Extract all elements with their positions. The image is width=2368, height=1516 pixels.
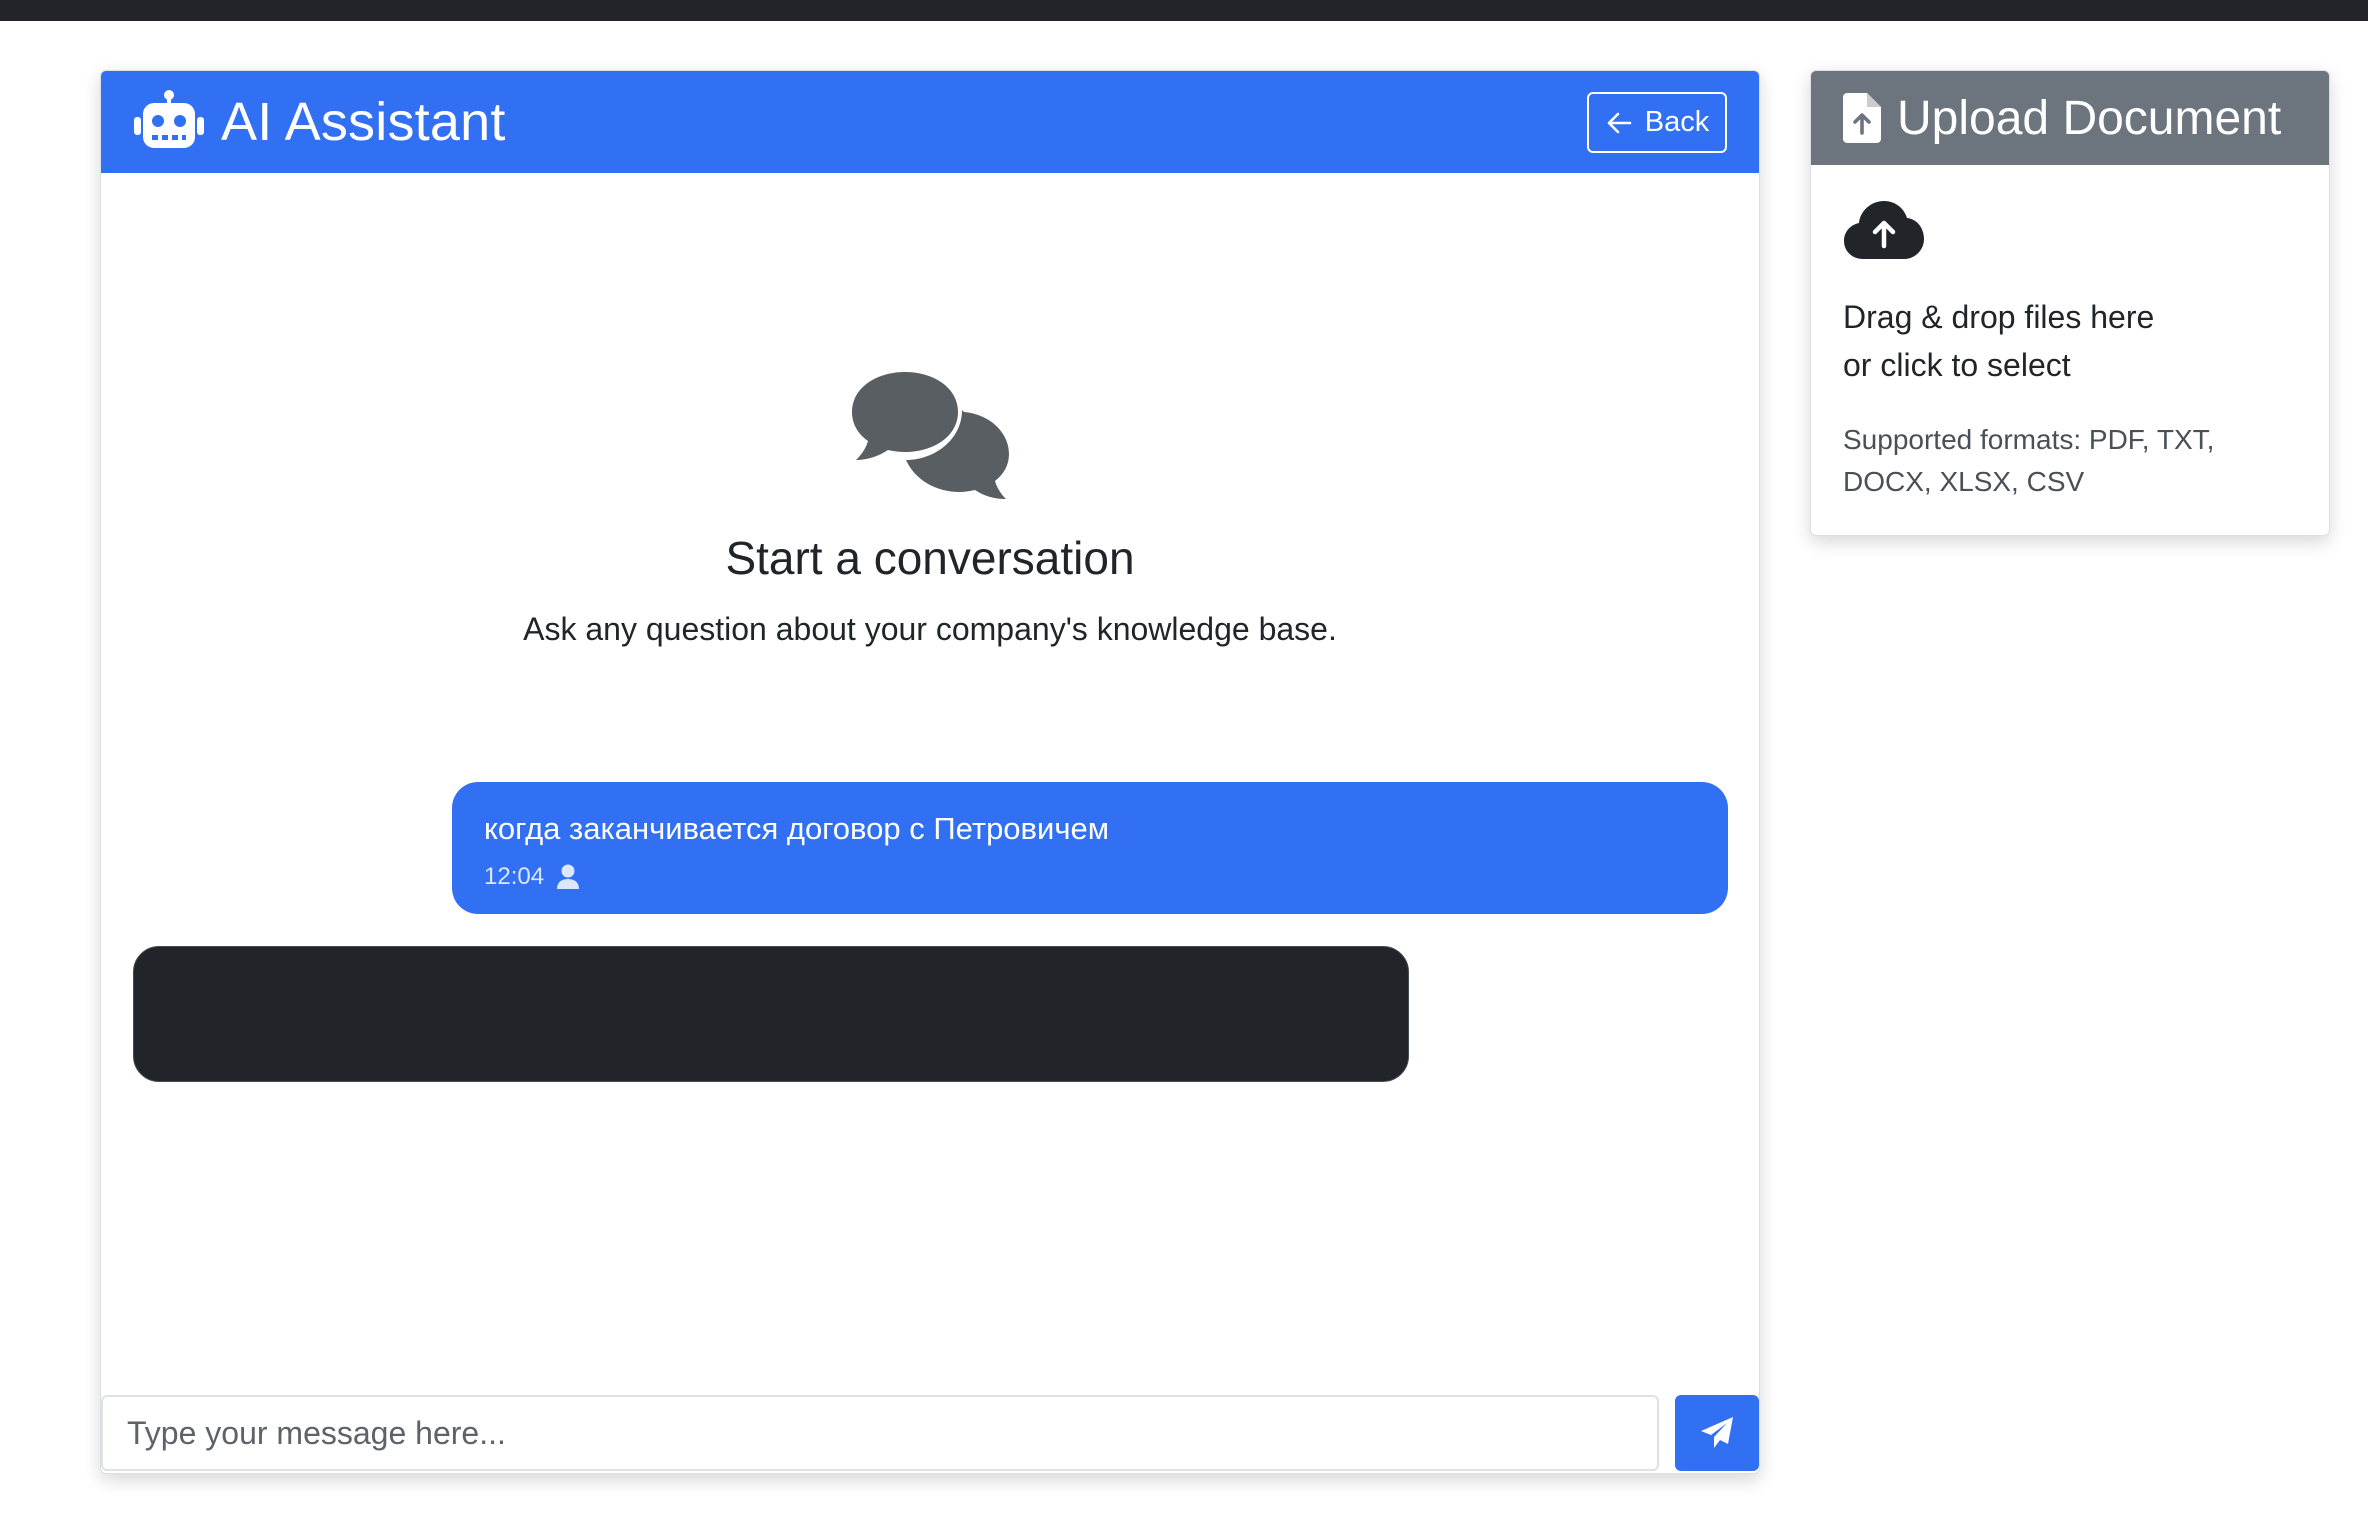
- chat-title: AI Assistant: [221, 92, 506, 152]
- dropzone-instructions: Drag & drop files here or click to selec…: [1843, 293, 2154, 389]
- upload-dropzone[interactable]: Drag & drop files here or click to selec…: [1811, 165, 2329, 535]
- paper-plane-icon: [1701, 1417, 1733, 1448]
- user-message-time: 12:04: [484, 863, 545, 891]
- top-navbar: [0, 0, 2368, 21]
- supported-formats-line-2: DOCX, XLSX, CSV: [1843, 466, 2085, 497]
- back-button[interactable]: Back: [1587, 92, 1727, 153]
- empty-state: Start a conversation Ask any question ab…: [101, 368, 1759, 648]
- person-icon: [557, 864, 580, 890]
- file-upload-icon: [1843, 93, 1881, 143]
- back-button-label: Back: [1644, 106, 1710, 138]
- message-input[interactable]: [101, 1395, 1659, 1471]
- dropzone-line-1: Drag & drop files here: [1843, 299, 2155, 335]
- empty-state-title: Start a conversation: [725, 532, 1135, 584]
- cloud-upload-icon: [1844, 201, 1924, 259]
- arrow-left-icon: [1607, 112, 1632, 133]
- supported-formats-line-1: Supported formats: PDF, TXT,: [1843, 424, 2215, 455]
- empty-state-subtitle: Ask any question about your company's kn…: [523, 611, 1337, 647]
- chat-header: AI Assistant Back: [101, 71, 1759, 173]
- upload-header: Upload Document: [1811, 71, 2329, 165]
- robot-icon: [134, 90, 204, 148]
- supported-formats: Supported formats: PDF, TXT, DOCX, XLSX,…: [1843, 419, 2283, 503]
- assistant-message-redacted: [133, 946, 1409, 1082]
- user-message-meta: 12:04: [484, 863, 1696, 891]
- chat-bubbles-icon: [851, 372, 1009, 499]
- chat-messages: Start a conversation Ask any question ab…: [101, 173, 1759, 1395]
- send-button[interactable]: [1675, 1395, 1759, 1471]
- chat-card: AI Assistant Back Start a conversation A…: [100, 70, 1760, 1474]
- upload-title: Upload Document: [1897, 91, 2282, 145]
- dropzone-line-2: or click to select: [1843, 347, 2071, 383]
- upload-card: Upload Document Drag & drop files here o…: [1810, 70, 2330, 536]
- user-message: когда заканчивается договор с Петровичем…: [452, 782, 1728, 914]
- user-message-text: когда заканчивается договор с Петровичем: [484, 811, 1110, 846]
- chat-input-row: [101, 1395, 1759, 1473]
